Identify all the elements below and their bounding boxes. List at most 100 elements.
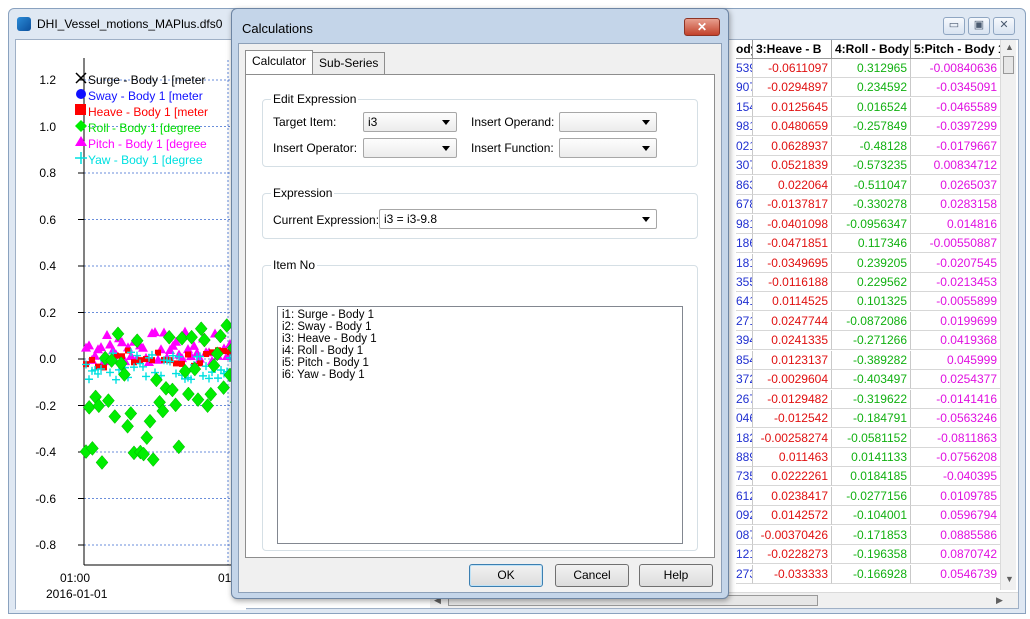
table-cell[interactable]: 186 [736, 234, 753, 254]
table-cell[interactable]: 0.0184185 [832, 467, 911, 487]
scroll-thumb[interactable] [1003, 56, 1014, 74]
table-cell[interactable]: 981 [736, 214, 753, 234]
column-header[interactable]: 5:Pitch - Body 1 [911, 40, 1001, 59]
table-cell[interactable]: -0.403497 [832, 370, 911, 390]
table-row[interactable]: 273-0.033333-0.1669280.0546739 [736, 564, 1001, 584]
table-row[interactable]: 8630.022064-0.5110470.0265037 [736, 175, 1001, 195]
dialog-close-button[interactable]: ✕ [684, 18, 720, 36]
insert-function-select[interactable] [559, 138, 657, 158]
table-row[interactable]: 372-0.0029604-0.4034970.0254377 [736, 370, 1001, 390]
table-cell[interactable]: -0.0581152 [832, 428, 911, 448]
table-row[interactable]: 046-0.012542-0.184791-0.0563246 [736, 409, 1001, 429]
table-cell[interactable]: -0.0401098 [753, 214, 832, 234]
table-cell[interactable]: 0.0628937 [753, 136, 832, 156]
table-cell[interactable]: -0.271266 [832, 331, 911, 351]
tab-sub-series[interactable]: Sub-Series [312, 52, 386, 74]
table-cell[interactable]: 087 [736, 525, 753, 545]
table-cell[interactable]: 0.0222261 [753, 467, 832, 487]
table-cell[interactable]: -0.00840636 [911, 59, 1001, 78]
table-cell[interactable]: 678 [736, 195, 753, 215]
table-cell[interactable]: 394 [736, 331, 753, 351]
table-cell[interactable]: 907 [736, 78, 753, 98]
table-cell[interactable]: -0.171853 [832, 525, 911, 545]
table-cell[interactable]: 0.0247744 [753, 311, 832, 331]
table-cell[interactable]: 735 [736, 467, 753, 487]
table-row[interactable]: 9810.0480659-0.257849-0.0397299 [736, 117, 1001, 137]
list-item[interactable]: i4: Roll - Body 1 [282, 345, 678, 357]
table-cell[interactable]: 121 [736, 545, 753, 565]
table-row[interactable]: 186-0.04718510.117346-0.00550887 [736, 234, 1001, 254]
table-cell[interactable]: 046 [736, 409, 753, 429]
table-cell[interactable]: 0.0870742 [911, 545, 1001, 565]
table-cell[interactable]: -0.0563246 [911, 409, 1001, 429]
table-cell[interactable]: 0.0419368 [911, 331, 1001, 351]
table-cell[interactable]: 0.239205 [832, 253, 911, 273]
table-cell[interactable]: -0.0055899 [911, 292, 1001, 312]
item-listbox[interactable]: i1: Surge - Body 1 i2: Sway - Body 1 i3:… [277, 306, 683, 544]
maximize-button[interactable]: ▣ [968, 17, 990, 35]
table-cell[interactable]: -0.0277156 [832, 486, 911, 506]
table-cell[interactable]: -0.0872086 [832, 311, 911, 331]
table-cell[interactable]: 355 [736, 272, 753, 292]
scroll-right-icon[interactable]: ▶ [996, 595, 1003, 606]
table-cell[interactable]: -0.0129482 [753, 389, 832, 409]
table-cell[interactable]: 0.0109785 [911, 486, 1001, 506]
table-cell[interactable]: 0.117346 [832, 234, 911, 254]
table-cell[interactable]: 0.0238417 [753, 486, 832, 506]
table-cell[interactable]: 0.0885586 [911, 525, 1001, 545]
list-item[interactable]: i5: Pitch - Body 1 [282, 357, 678, 369]
data-table[interactable]: ody 3:Heave - B 4:Roll - Body 5:Pitch - … [736, 40, 1018, 590]
list-item[interactable]: i2: Sway - Body 1 [282, 321, 678, 333]
table-cell[interactable]: -0.257849 [832, 117, 911, 137]
table-cell[interactable]: 271 [736, 311, 753, 331]
table-cell[interactable]: 0.101325 [832, 292, 911, 312]
table-cell[interactable]: 0.229562 [832, 272, 911, 292]
table-row[interactable]: 182-0.00258274-0.0581152-0.0811863 [736, 428, 1001, 448]
table-cell[interactable]: 0.0114525 [753, 292, 832, 312]
table-cell[interactable]: -0.00258274 [753, 428, 832, 448]
table-cell[interactable]: -0.0294897 [753, 78, 832, 98]
list-item[interactable]: i6: Yaw - Body 1 [282, 369, 678, 381]
table-row[interactable]: 355-0.01161880.229562-0.0213453 [736, 272, 1001, 292]
table-row[interactable]: 7350.02222610.0184185-0.040395 [736, 467, 1001, 487]
table-cell[interactable]: 181 [736, 253, 753, 273]
table-cell[interactable]: 0.011463 [753, 448, 832, 467]
ok-button[interactable]: OK [469, 564, 543, 587]
table-cell[interactable]: -0.0179667 [911, 136, 1001, 156]
tab-calculator[interactable]: Calculator [245, 50, 314, 74]
table-cell[interactable]: 981 [736, 117, 753, 137]
list-item[interactable]: i3: Heave - Body 1 [282, 333, 678, 345]
table-row[interactable]: 2710.0247744-0.08720860.0199699 [736, 311, 1001, 331]
vertical-scrollbar[interactable]: ▲ ▼ [1000, 40, 1016, 590]
minimize-button[interactable]: ▭ [943, 17, 965, 35]
table-row[interactable]: 981-0.0401098-0.09563470.014816 [736, 214, 1001, 234]
column-header[interactable]: 3:Heave - B [753, 40, 832, 59]
table-row[interactable]: 907-0.02948970.234592-0.0345091 [736, 78, 1001, 98]
table-cell[interactable]: -0.00550887 [911, 234, 1001, 254]
table-cell[interactable]: -0.0611097 [753, 59, 832, 78]
table-cell[interactable]: -0.0207545 [911, 253, 1001, 273]
column-header[interactable]: 4:Roll - Body [832, 40, 911, 59]
table-cell[interactable]: 0.0142572 [753, 506, 832, 526]
table-cell[interactable]: 0.234592 [832, 78, 911, 98]
table-cell[interactable]: 273 [736, 564, 753, 584]
table-cell[interactable]: -0.00370426 [753, 525, 832, 545]
table-cell[interactable]: 0.022064 [753, 175, 832, 195]
table-cell[interactable]: -0.0029604 [753, 370, 832, 390]
table-cell[interactable]: 0.0241335 [753, 331, 832, 351]
table-cell[interactable]: 092 [736, 506, 753, 526]
table-cell[interactable]: 612 [736, 486, 753, 506]
table-cell[interactable]: -0.511047 [832, 175, 911, 195]
table-cell[interactable]: 539 [736, 59, 753, 78]
target-item-select[interactable]: i3 [363, 112, 457, 132]
table-cell[interactable]: 0.014816 [911, 214, 1001, 234]
table-cell[interactable]: 0.0265037 [911, 175, 1001, 195]
table-cell[interactable]: -0.0213453 [911, 272, 1001, 292]
table-cell[interactable]: -0.033333 [753, 564, 832, 584]
table-cell[interactable]: 854 [736, 350, 753, 370]
table-cell[interactable]: -0.0465589 [911, 97, 1001, 117]
table-row[interactable]: 6120.0238417-0.02771560.0109785 [736, 486, 1001, 506]
table-cell[interactable]: 641 [736, 292, 753, 312]
table-cell[interactable]: 0.0521839 [753, 156, 832, 176]
table-cell[interactable]: 021 [736, 136, 753, 156]
